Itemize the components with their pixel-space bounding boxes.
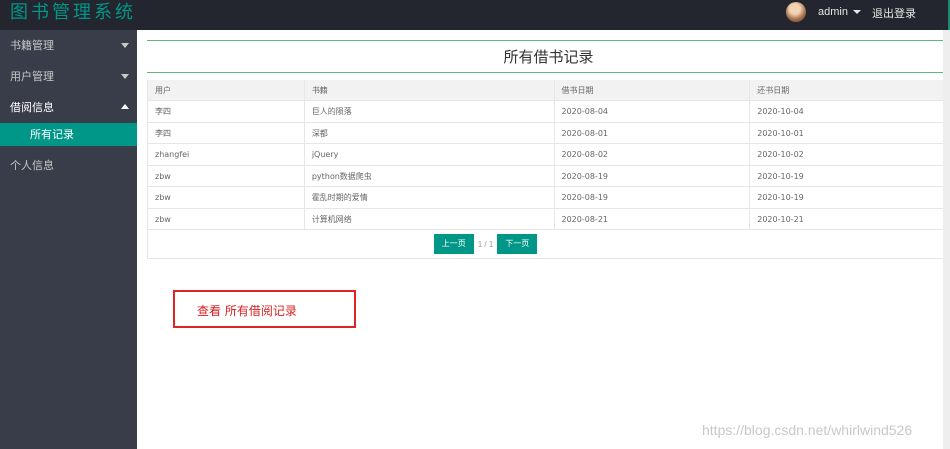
cell-return-date: 2020-10-19 [757,193,804,202]
chevron-down-icon [121,43,129,48]
table-row: zbw 计算机网络 2020-08-21 2020-10-21 [148,208,950,230]
sidebar-item-user-management[interactable]: 用户管理 [0,61,137,92]
cell-user: zbw [148,165,305,186]
cell-return-date: 2020-10-01 [757,128,804,138]
cell-return-date: 2020-10-19 [757,171,804,181]
sidebar-item-book-management[interactable]: 书籍管理 [0,30,137,61]
cell-book: 计算机网络 [305,208,555,229]
cell-book: jQuery [305,144,555,165]
cell-borrow-date: 2020-08-02 [555,144,751,165]
chevron-down-icon [121,74,129,79]
main-content: 所有借书记录 用户 书籍 借书日期 还书日期 李四 巨人的陨落 2020-08-… [147,40,950,259]
page-info: 1 / 1 [477,239,494,249]
column-header-borrow-date: 借书日期 [555,80,751,100]
cell-user: 李四 [148,122,305,143]
column-header-return-date: 还书日期 [757,86,790,95]
prev-page-button[interactable]: 上一页 [433,234,474,254]
sidebar: 书籍管理 用户管理 借阅信息 所有记录 个人信息 [0,30,137,449]
scrollbar-track[interactable] [943,30,950,449]
table-row: zhangfei jQuery 2020-08-02 2020-10-02 [148,144,950,166]
annotation-text: 查看 所有借阅记录 [197,304,297,318]
sidebar-item-label: 书籍管理 [10,39,54,52]
column-header-user: 用户 [148,80,305,100]
cell-book: 霍乱时期的爱情 [305,187,555,208]
cell-borrow-date: 2020-08-19 [555,187,751,208]
cell-user: zhangfei [148,144,305,165]
records-table: 用户 书籍 借书日期 还书日期 李四 巨人的陨落 2020-08-04 2020… [147,80,950,230]
sidebar-subitem-all-records[interactable]: 所有记录 [0,123,137,146]
cell-return-date: 2020-10-02 [757,150,804,159]
logout-link[interactable]: 退出登录 [872,5,916,21]
sidebar-item-label: 用户管理 [10,70,54,83]
cell-book: 深都 [305,122,555,143]
avatar[interactable] [786,2,806,22]
app-logo-title: 图书管理系统 [10,2,136,23]
cell-user: zbw [148,187,305,208]
cell-user: 李四 [148,101,305,122]
cell-book: 巨人的陨落 [305,101,555,122]
cell-borrow-date: 2020-08-21 [555,208,751,229]
cell-return-date: 2020-10-21 [757,214,804,224]
page-title: 所有借书记录 [147,40,950,73]
next-page-button[interactable]: 下一页 [497,234,538,254]
username-label[interactable]: admin [818,6,848,18]
table-row: zbw python数据爬虫 2020-08-19 2020-10-19 [148,165,950,187]
watermark-text: https://blog.csdn.net/whirlwind526 [702,422,913,438]
sidebar-item-borrow-info[interactable]: 借阅信息 [0,92,137,123]
pagination: 上一页 1 / 1 下一页 [147,230,950,259]
chevron-down-icon[interactable] [852,10,861,14]
chevron-up-icon [121,104,129,109]
user-menu[interactable]: admin [786,2,861,22]
table-row: 李四 深都 2020-08-01 2020-10-01 [148,122,950,144]
sidebar-item-personal-info[interactable]: 个人信息 [0,150,137,181]
sidebar-item-label: 借阅信息 [10,101,54,114]
column-header-book: 书籍 [305,80,555,100]
cell-borrow-date: 2020-08-19 [555,165,751,186]
cell-user: zbw [148,208,305,229]
sidebar-item-label: 个人信息 [10,159,54,172]
table-header-row: 用户 书籍 借书日期 还书日期 [148,80,950,101]
table-row: 李四 巨人的陨落 2020-08-04 2020-10-04 [148,101,950,123]
cell-borrow-date: 2020-08-01 [555,122,751,143]
cell-book: python数据爬虫 [305,165,555,186]
cell-return-date: 2020-10-04 [757,107,804,116]
table-row: zbw 霍乱时期的爱情 2020-08-19 2020-10-19 [148,187,950,209]
annotation-box: 查看 所有借阅记录 [173,290,356,328]
cell-borrow-date: 2020-08-04 [555,101,751,122]
sidebar-submenu: 所有记录 [0,123,137,146]
top-header: 图书管理系统 admin 退出登录 [0,0,950,30]
